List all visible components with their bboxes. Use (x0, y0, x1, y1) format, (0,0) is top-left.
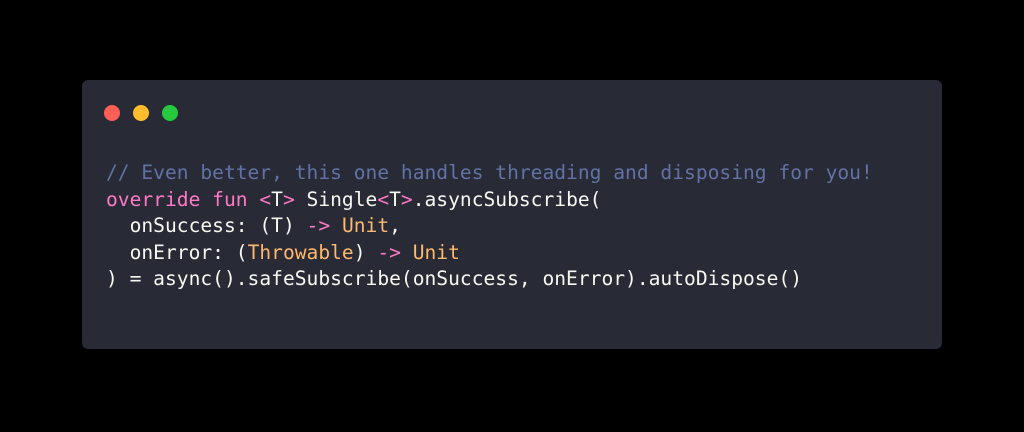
code-line: override fun <T> Single<T>.asyncSubscrib… (106, 187, 873, 214)
code-line: onSuccess: (T) -> Unit, (106, 213, 873, 240)
code-token-plain: .asyncSubscribe( (412, 187, 602, 211)
code-token-keyword: -> (377, 240, 401, 264)
code-token-keyword: < (259, 187, 272, 211)
code-token-comment: // Even better, this one handles threadi… (106, 161, 873, 184)
code-line: // Even better, this one handles threadi… (106, 160, 873, 187)
code-token-plain: onError: ( (106, 240, 248, 264)
code-token-plain: T (271, 187, 283, 211)
code-token-plain: ) (353, 240, 378, 264)
code-token-plain: onSuccess: (T) (106, 214, 307, 237)
code-token-keyword: -> (306, 214, 331, 237)
code-token-plain: , (389, 214, 401, 237)
code-window: // Even better, this one handles threadi… (82, 80, 942, 349)
window-titlebar (104, 105, 178, 121)
minimize-button[interactable] (133, 105, 149, 121)
code-line: ) = async().safeSubscribe(onSuccess, onE… (106, 266, 873, 293)
code-token-keyword: < (377, 187, 390, 211)
close-button[interactable] (104, 105, 120, 121)
code-token-plain: ) = async().safeSubscribe(onSuccess, onE… (106, 267, 802, 290)
maximize-button[interactable] (162, 105, 178, 121)
code-block: // Even better, this one handles threadi… (106, 160, 873, 293)
code-line: onError: (Throwable) -> Unit (106, 240, 873, 267)
code-token-type: Unit (412, 240, 460, 264)
code-token-keyword: > (282, 187, 295, 211)
code-token-plain: Single (294, 187, 378, 211)
code-token-keyword: override fun (106, 187, 260, 211)
code-token-plain: T (389, 187, 401, 211)
code-token-type: Unit (341, 214, 390, 237)
code-token-keyword: > (400, 187, 413, 211)
code-token-type: Throwable (247, 240, 354, 264)
